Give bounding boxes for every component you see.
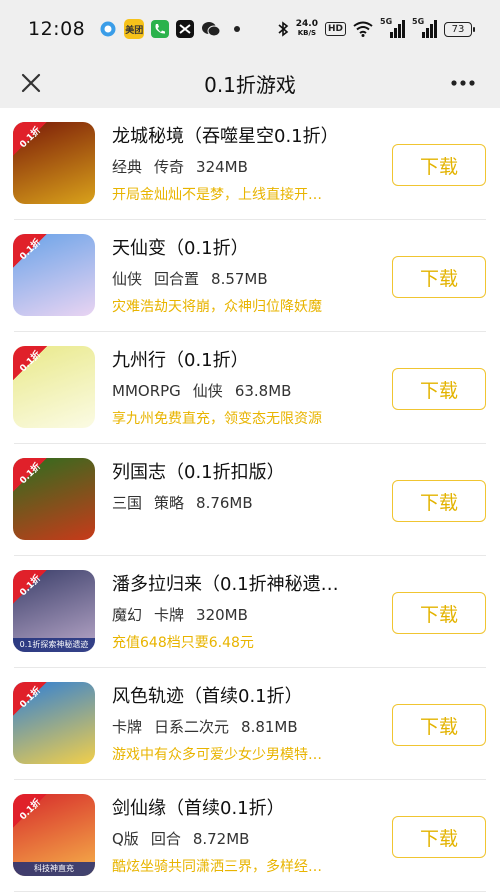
battery-icon: 73	[444, 21, 475, 37]
game-tag: 回合	[150, 830, 181, 848]
game-title: 龙城秘境（吞噬星空0.1折）	[112, 126, 339, 147]
discount-tag: 0.1折	[13, 122, 47, 156]
game-list-item[interactable]: 0.1折 列国志（0.1折扣版） 三国 策略 8.76MB 下载	[0, 444, 500, 556]
game-tags: MMORPG 仙侠 63.8MB	[112, 380, 303, 401]
game-tag: 63.8MB	[234, 382, 292, 400]
download-button[interactable]: 下载	[392, 368, 486, 410]
download-button[interactable]: 下载	[392, 592, 486, 634]
discount-tag: 0.1折	[13, 346, 47, 380]
game-title: 九州行（0.1折）	[112, 350, 249, 371]
bluetooth-icon	[278, 21, 289, 37]
game-tag: 卡牌	[154, 606, 185, 624]
game-tag: 传奇	[154, 158, 185, 176]
game-tag: 320MB	[196, 606, 248, 624]
game-icon[interactable]: 0.1折	[13, 234, 95, 316]
page-title: 0.1折游戏	[204, 72, 296, 97]
signal-1-icon: 5G	[380, 17, 405, 38]
game-icon[interactable]: 0.1折	[13, 682, 95, 764]
clock: 12:08	[28, 18, 86, 40]
game-title: 剑仙缘（首续0.1折）	[112, 798, 285, 819]
download-button[interactable]: 下载	[392, 704, 486, 746]
discount-tag: 0.1折	[13, 570, 47, 604]
phone-icon	[151, 20, 170, 38]
game-icon[interactable]: 0.1折科技神直充	[13, 794, 95, 876]
meituan-icon: 美团	[124, 19, 145, 39]
game-icon[interactable]: 0.1折	[13, 458, 95, 540]
game-tag: 324MB	[196, 158, 248, 176]
capcut-icon	[176, 20, 195, 38]
discount-tag: 0.1折	[13, 682, 47, 716]
status-bar: 12:08 美团 24.0 KB/S HD 5G 5G 73	[0, 0, 500, 58]
game-list: 0.1折 龙城秘境（吞噬星空0.1折） 经典 传奇 324MB 开局金灿灿不是梦，上线直接…	[0, 108, 500, 892]
game-list-item[interactable]: 0.1折 天仙变（0.1折） 仙侠 回合置 8.57MB 灾难浩劫天将崩，众神归位降妖魔 下…	[0, 220, 500, 332]
system-icons: 24.0 KB/S HD 5G 5G 73	[277, 17, 475, 38]
game-tags: 经典 传奇 324MB	[112, 156, 260, 177]
game-tags: 卡牌 日系二次元 8.81MB	[112, 716, 310, 737]
close-icon	[21, 73, 41, 93]
game-description: 开局金灿灿不是梦，上线直接开…	[112, 187, 322, 203]
game-tag: 经典	[112, 158, 143, 176]
game-title: 风色轨迹（首续0.1折）	[112, 686, 303, 707]
game-description: 享九州免费直充，领变态无限资源	[112, 411, 322, 427]
game-list-item[interactable]: 0.1折 九州行（0.1折） MMORPG 仙侠 63.8MB 享九州免费直充，领变态无限…	[0, 332, 500, 444]
game-tag: 仙侠	[112, 270, 143, 288]
signal-2-icon: 5G	[412, 17, 437, 38]
game-tags: 三国 策略 8.76MB	[112, 492, 265, 513]
game-title: 列国志（0.1折扣版）	[112, 462, 285, 483]
more-icon	[451, 80, 475, 86]
discount-tag: 0.1折	[13, 794, 47, 828]
game-tag: 策略	[154, 494, 185, 512]
game-tag: 8.72MB	[192, 830, 250, 848]
game-tag: 8.81MB	[241, 718, 298, 736]
game-tag: 魔幻	[112, 606, 143, 624]
game-description: 充值648档只要6.48元	[112, 635, 254, 651]
game-description: 灾难浩劫天将崩，众神归位降妖魔	[112, 299, 322, 315]
download-button[interactable]: 下载	[392, 480, 486, 522]
game-title: 潘多拉归来（0.1折神秘遗…	[112, 574, 339, 595]
game-tag: 8.76MB	[196, 494, 253, 512]
more-button[interactable]	[446, 66, 480, 100]
more-notifications-icon	[234, 26, 241, 32]
game-list-item[interactable]: 0.1折 科技神直充 剑仙缘（首续0.1折） Q版 回合 8.72MB 酷炫坐骑共同潇洒三界…	[0, 780, 500, 892]
network-speed: 24.0 KB/S	[295, 19, 318, 38]
game-description: 游戏中有众多可爱少女少男模特…	[112, 747, 322, 763]
wechat-icon	[202, 22, 221, 37]
download-button[interactable]: 下载	[392, 144, 486, 186]
game-tag: MMORPG	[112, 382, 181, 400]
game-title: 天仙变（0.1折）	[112, 238, 249, 259]
game-tag: 8.57MB	[211, 270, 268, 288]
game-description: 酷炫坐骑共同潇洒三界，多样经…	[112, 859, 322, 875]
game-tag: 三国	[112, 494, 143, 512]
game-icon[interactable]: 0.1折	[13, 122, 95, 204]
game-icon[interactable]: 0.1折	[13, 346, 95, 428]
game-tags: Q版 回合 8.72MB	[112, 828, 261, 849]
notification-icons: 美团	[99, 19, 241, 39]
browser-icon	[100, 21, 116, 37]
game-tags: 仙侠 回合置 8.57MB	[112, 268, 280, 289]
icon-banner: 科技神直充	[13, 862, 95, 876]
game-list-item[interactable]: 0.1折 龙城秘境（吞噬星空0.1折） 经典 传奇 324MB 开局金灿灿不是梦，上线直接…	[0, 108, 500, 220]
game-tag: 日系二次元	[154, 718, 230, 736]
download-button[interactable]: 下载	[392, 256, 486, 298]
game-tag: Q版	[112, 830, 139, 848]
hd-badge: HD	[324, 22, 346, 36]
game-list-item[interactable]: 0.1折 0.1折探索神秘遗迹 潘多拉归来（0.1折神秘遗… 魔幻 卡牌 320MB 充值6…	[0, 556, 500, 668]
close-button[interactable]	[14, 66, 48, 100]
game-list-item[interactable]: 0.1折 风色轨迹（首续0.1折） 卡牌 日系二次元 8.81MB 游戏中有众多可爱少女少…	[0, 668, 500, 780]
game-tag: 卡牌	[112, 718, 143, 736]
discount-tag: 0.1折	[13, 234, 47, 268]
game-icon[interactable]: 0.1折 0.1折探索神秘遗迹	[13, 570, 95, 652]
download-button[interactable]: 下载	[392, 816, 486, 858]
wifi-icon	[353, 21, 373, 37]
icon-banner: 0.1折探索神秘遗迹	[13, 638, 95, 652]
game-tag: 回合置	[154, 270, 200, 288]
game-tags: 魔幻 卡牌 320MB	[112, 604, 260, 625]
game-tag: 仙侠	[192, 382, 223, 400]
title-bar: 0.1折游戏	[0, 58, 500, 108]
discount-tag: 0.1折	[13, 458, 47, 492]
